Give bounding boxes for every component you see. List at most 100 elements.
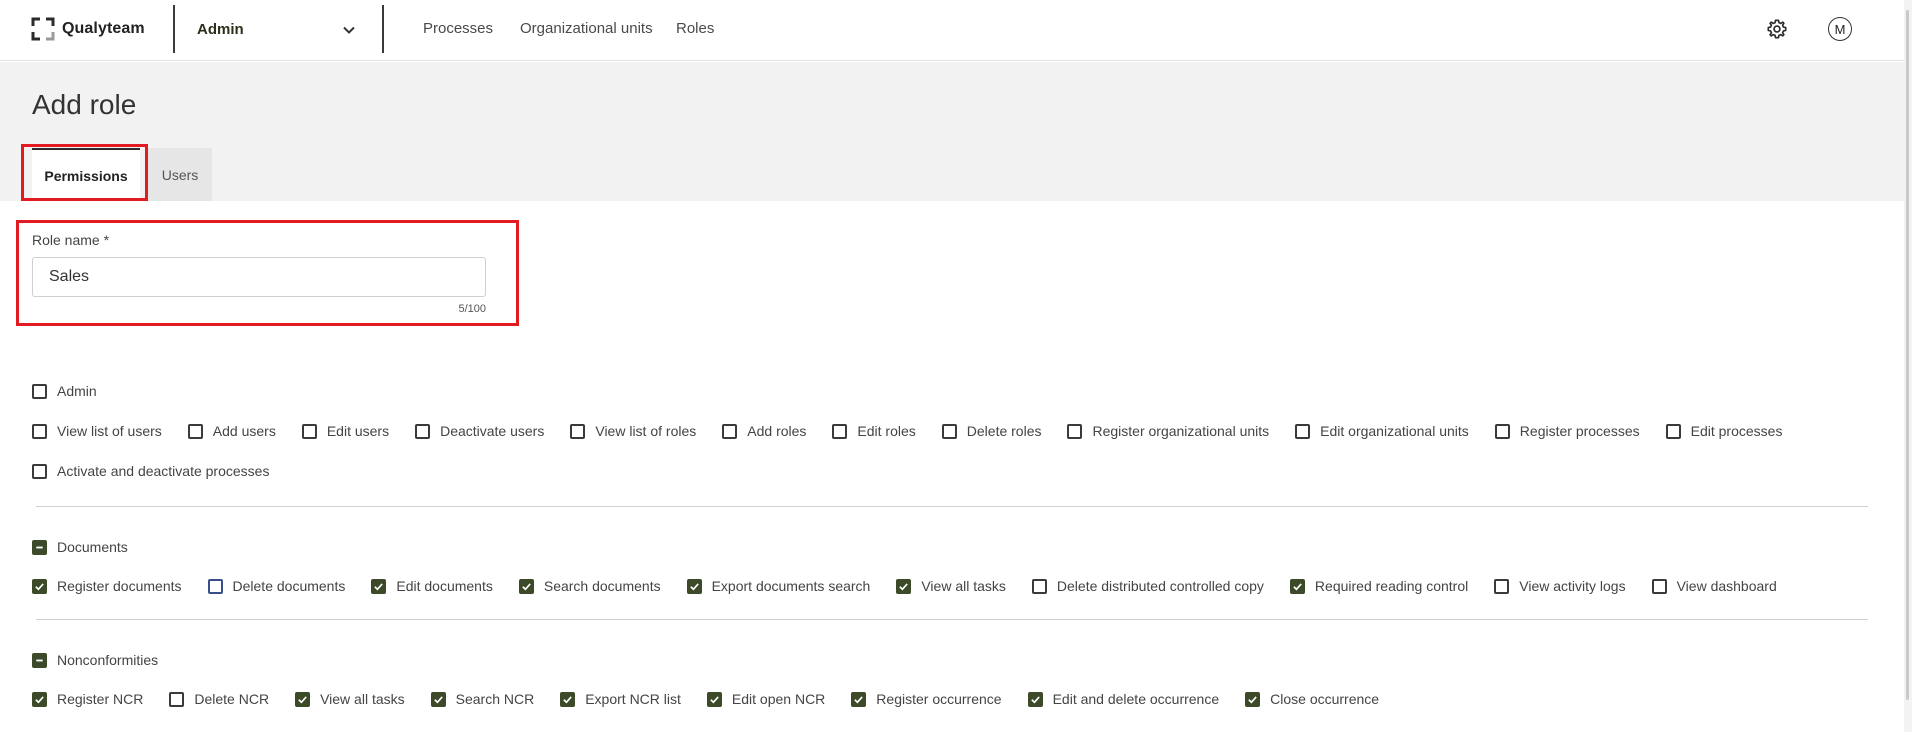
- checkbox-delete-documents[interactable]: Delete documents: [207, 578, 345, 594]
- checkbox-label: Register occurrence: [876, 691, 1002, 707]
- permission-row: Register documents Delete documents Edit d…: [32, 576, 1777, 596]
- checkbox-label: Register NCR: [57, 691, 144, 707]
- checkbox-view-activity-logs[interactable]: View activity logs: [1494, 578, 1626, 594]
- group-checkbox-documents[interactable]: Documents: [32, 539, 128, 555]
- checkbox-empty-icon[interactable]: [570, 423, 586, 439]
- checkbox-empty-icon[interactable]: [1665, 423, 1681, 439]
- checkbox-empty-icon[interactable]: [1295, 423, 1311, 439]
- checkbox-checked-icon[interactable]: [430, 691, 446, 707]
- checkbox-empty-icon[interactable]: [722, 423, 738, 439]
- checkbox-empty-icon[interactable]: [32, 423, 47, 439]
- checkbox-label: Register organizational units: [1092, 423, 1270, 439]
- checkbox-edit-processes[interactable]: Edit processes: [1665, 423, 1783, 439]
- checkbox-edit-users[interactable]: Edit users: [301, 423, 390, 439]
- checkbox-checked-icon[interactable]: [686, 578, 702, 594]
- checkbox-register-ncr[interactable]: Register NCR: [32, 691, 143, 707]
- checkbox-export-ncr-list[interactable]: Export NCR list: [560, 691, 681, 707]
- checkbox-add-users[interactable]: Add users: [187, 423, 276, 439]
- checkbox-edit-and-delete-occurrence[interactable]: Edit and delete occurrence: [1027, 691, 1219, 707]
- checkbox-checked-icon[interactable]: [560, 691, 576, 707]
- checkbox-empty-icon[interactable]: [187, 423, 203, 439]
- checkbox-checked-icon[interactable]: [851, 691, 867, 707]
- checkbox-label: View dashboard: [1676, 578, 1777, 594]
- checkbox-search-ncr[interactable]: Search NCR: [430, 691, 534, 707]
- checkbox-checked-icon[interactable]: [371, 578, 387, 594]
- checkbox-search-documents[interactable]: Search documents: [518, 578, 661, 594]
- checkbox-checked-icon[interactable]: [1027, 691, 1043, 707]
- checkbox-checked-icon[interactable]: [295, 691, 311, 707]
- brand-logo[interactable]: Qualyteam: [31, 17, 145, 41]
- checkbox-indeterminate-icon[interactable]: [32, 539, 47, 555]
- checkbox-label: Edit processes: [1690, 423, 1783, 439]
- checkbox-delete-ncr[interactable]: Delete NCR: [169, 691, 269, 707]
- checkbox-view-dashboard[interactable]: View dashboard: [1651, 578, 1777, 594]
- checkbox-view-all-tasks[interactable]: View all tasks: [295, 691, 405, 707]
- user-avatar[interactable]: M: [1828, 17, 1852, 41]
- permission-row: Activate and deactivate processes: [32, 461, 269, 481]
- gear-icon[interactable]: [1766, 18, 1788, 40]
- checkbox-label: Add users: [212, 423, 276, 439]
- checkbox-edit-open-ncr[interactable]: Edit open NCR: [706, 691, 825, 707]
- checkbox-empty-icon[interactable]: [1031, 578, 1047, 594]
- checkbox-register-documents[interactable]: Register documents: [32, 578, 182, 594]
- nav-link-organizational-units[interactable]: Organizational units: [520, 20, 653, 37]
- checkbox-activate-and-deactivate-processes[interactable]: Activate and deactivate processes: [32, 463, 269, 479]
- group-checkbox-admin[interactable]: Admin: [32, 383, 97, 399]
- checkbox-label: Edit organizational units: [1320, 423, 1469, 439]
- checkbox-label: Deactivate users: [440, 423, 545, 439]
- character-counter: 5/100: [458, 303, 486, 315]
- checkbox-empty-icon[interactable]: [415, 423, 431, 439]
- checkbox-empty-icon[interactable]: [32, 463, 47, 479]
- checkbox-label: Edit users: [326, 423, 390, 439]
- checkbox-edit-roles[interactable]: Edit roles: [832, 423, 916, 439]
- tab-users[interactable]: Users: [148, 148, 212, 201]
- checkbox-label: Delete NCR: [194, 691, 270, 707]
- checkbox-register-organizational-units[interactable]: Register organizational units: [1067, 423, 1269, 439]
- checkbox-label: Register processes: [1519, 423, 1640, 439]
- checkbox-indeterminate-icon[interactable]: [32, 652, 47, 668]
- checkbox-label: Edit documents: [396, 578, 493, 594]
- checkbox-empty-icon[interactable]: [832, 423, 848, 439]
- checkbox-checked-icon[interactable]: [1245, 691, 1261, 707]
- checkbox-checked-icon[interactable]: [896, 578, 912, 594]
- checkbox-view-list-of-roles[interactable]: View list of roles: [570, 423, 696, 439]
- checkbox-empty-icon[interactable]: [301, 423, 317, 439]
- checkbox-checked-icon[interactable]: [706, 691, 722, 707]
- checkbox-delete-distributed-controlled-copy[interactable]: Delete distributed controlled copy: [1031, 578, 1264, 594]
- checkbox-view-list-of-users[interactable]: View list of users: [32, 423, 162, 439]
- checkbox-required-reading-control[interactable]: Required reading control: [1289, 578, 1468, 594]
- checkbox-view-all-tasks[interactable]: View all tasks: [896, 578, 1006, 594]
- tab-permissions[interactable]: Permissions: [32, 148, 140, 201]
- checkbox-empty-icon[interactable]: [941, 423, 957, 439]
- checkbox-empty-icon[interactable]: [1494, 578, 1510, 594]
- checkbox-checked-icon[interactable]: [32, 691, 47, 707]
- checkbox-checked-icon[interactable]: [1289, 578, 1305, 594]
- module-select[interactable]: Admin: [174, 5, 382, 53]
- nav-link-roles[interactable]: Roles: [676, 20, 714, 37]
- checkbox-checked-icon[interactable]: [518, 578, 534, 594]
- checkbox-label: View list of roles: [595, 423, 697, 439]
- checkbox-label: Delete roles: [966, 423, 1042, 439]
- checkbox-deactivate-users[interactable]: Deactivate users: [415, 423, 544, 439]
- checkbox-empty-icon[interactable]: [1067, 423, 1083, 439]
- checkbox-add-roles[interactable]: Add roles: [722, 423, 806, 439]
- checkbox-empty-icon[interactable]: [169, 691, 185, 707]
- checkbox-export-documents-search[interactable]: Export documents search: [686, 578, 870, 594]
- role-name-input[interactable]: [32, 257, 486, 297]
- nav-link-processes[interactable]: Processes: [423, 20, 493, 37]
- checkbox-edit-organizational-units[interactable]: Edit organizational units: [1295, 423, 1469, 439]
- checkbox-empty-icon[interactable]: [207, 578, 223, 594]
- checkbox-register-processes[interactable]: Register processes: [1494, 423, 1640, 439]
- checkbox-label: Add roles: [747, 423, 807, 439]
- group-checkbox-nonconformities[interactable]: Nonconformities: [32, 652, 158, 668]
- checkbox-edit-documents[interactable]: Edit documents: [371, 578, 493, 594]
- scrollbar-thumb[interactable]: [1906, 10, 1909, 700]
- top-navigation-bar: Qualyteam Admin Processes Organizational…: [0, 0, 1904, 61]
- checkbox-empty-icon[interactable]: [1494, 423, 1510, 439]
- checkbox-empty-icon[interactable]: [32, 383, 47, 399]
- checkbox-register-occurrence[interactable]: Register occurrence: [851, 691, 1002, 707]
- checkbox-checked-icon[interactable]: [32, 578, 47, 594]
- checkbox-empty-icon[interactable]: [1651, 578, 1667, 594]
- checkbox-delete-roles[interactable]: Delete roles: [941, 423, 1042, 439]
- checkbox-close-occurrence[interactable]: Close occurrence: [1245, 691, 1379, 707]
